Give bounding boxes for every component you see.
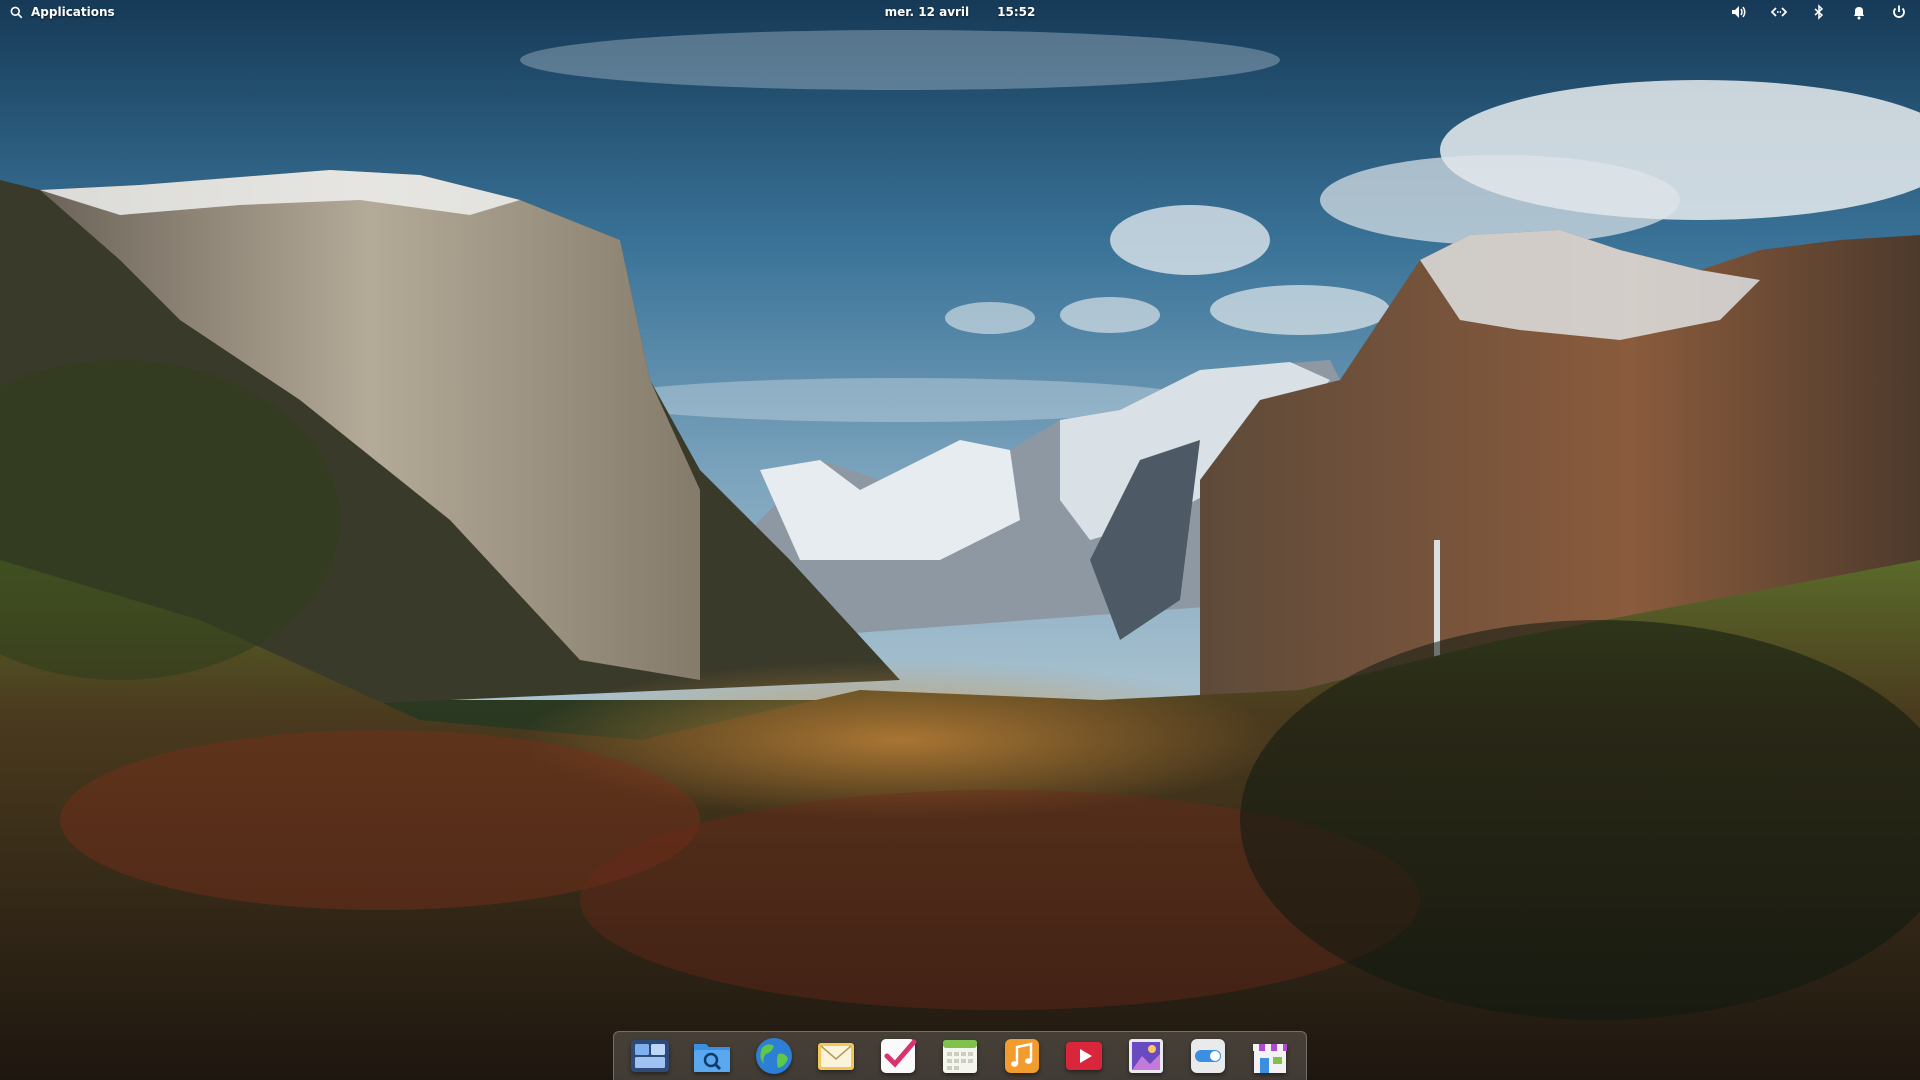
indicator-area: [1730, 3, 1920, 21]
search-icon: [10, 6, 23, 18]
dock-item-music[interactable]: [998, 1034, 1046, 1078]
calendar-icon: [943, 1040, 977, 1073]
dock-item-app-center[interactable]: [1246, 1034, 1294, 1078]
globe-icon: [756, 1038, 792, 1074]
time-label: 15:52: [997, 5, 1036, 19]
envelope-icon: [818, 1043, 854, 1070]
bluetooth-icon[interactable]: [1810, 3, 1828, 21]
dock-item-calendar[interactable]: [936, 1034, 984, 1078]
applications-label: Applications: [31, 5, 115, 19]
dock-item-photos[interactable]: [1122, 1034, 1170, 1078]
notifications-icon[interactable]: [1850, 3, 1868, 21]
windows-grid-icon: [631, 1040, 669, 1072]
photos-icon: [1129, 1039, 1163, 1073]
dock-item-system-settings[interactable]: [1184, 1034, 1232, 1078]
store-icon: [1253, 1044, 1287, 1073]
music-note-icon: [1005, 1039, 1039, 1073]
dock-item-files[interactable]: [688, 1034, 736, 1078]
desktop[interactable]: Applications mer. 12 avril 15:52: [0, 0, 1920, 1080]
dock-item-multitasking-view[interactable]: [626, 1034, 674, 1078]
dock-item-tasks[interactable]: [874, 1034, 922, 1078]
dock-item-web-browser[interactable]: [750, 1034, 798, 1078]
checkmark-icon: [881, 1039, 917, 1073]
network-icon[interactable]: [1770, 3, 1788, 21]
toggle-icon: [1191, 1039, 1225, 1073]
top-panel: Applications mer. 12 avril 15:52: [0, 0, 1920, 24]
dock: [613, 1031, 1307, 1080]
dock-item-videos[interactable]: [1060, 1034, 1108, 1078]
wallpaper: [0, 0, 1920, 1080]
applications-menu[interactable]: Applications: [0, 5, 115, 19]
file-manager-icon: [694, 1044, 730, 1072]
power-icon[interactable]: [1890, 3, 1908, 21]
dock-item-mail[interactable]: [812, 1034, 860, 1078]
play-icon: [1066, 1042, 1102, 1070]
volume-icon[interactable]: [1730, 3, 1748, 21]
datetime-indicator[interactable]: mer. 12 avril 15:52: [885, 5, 1036, 19]
date-label: mer. 12 avril: [884, 5, 970, 19]
